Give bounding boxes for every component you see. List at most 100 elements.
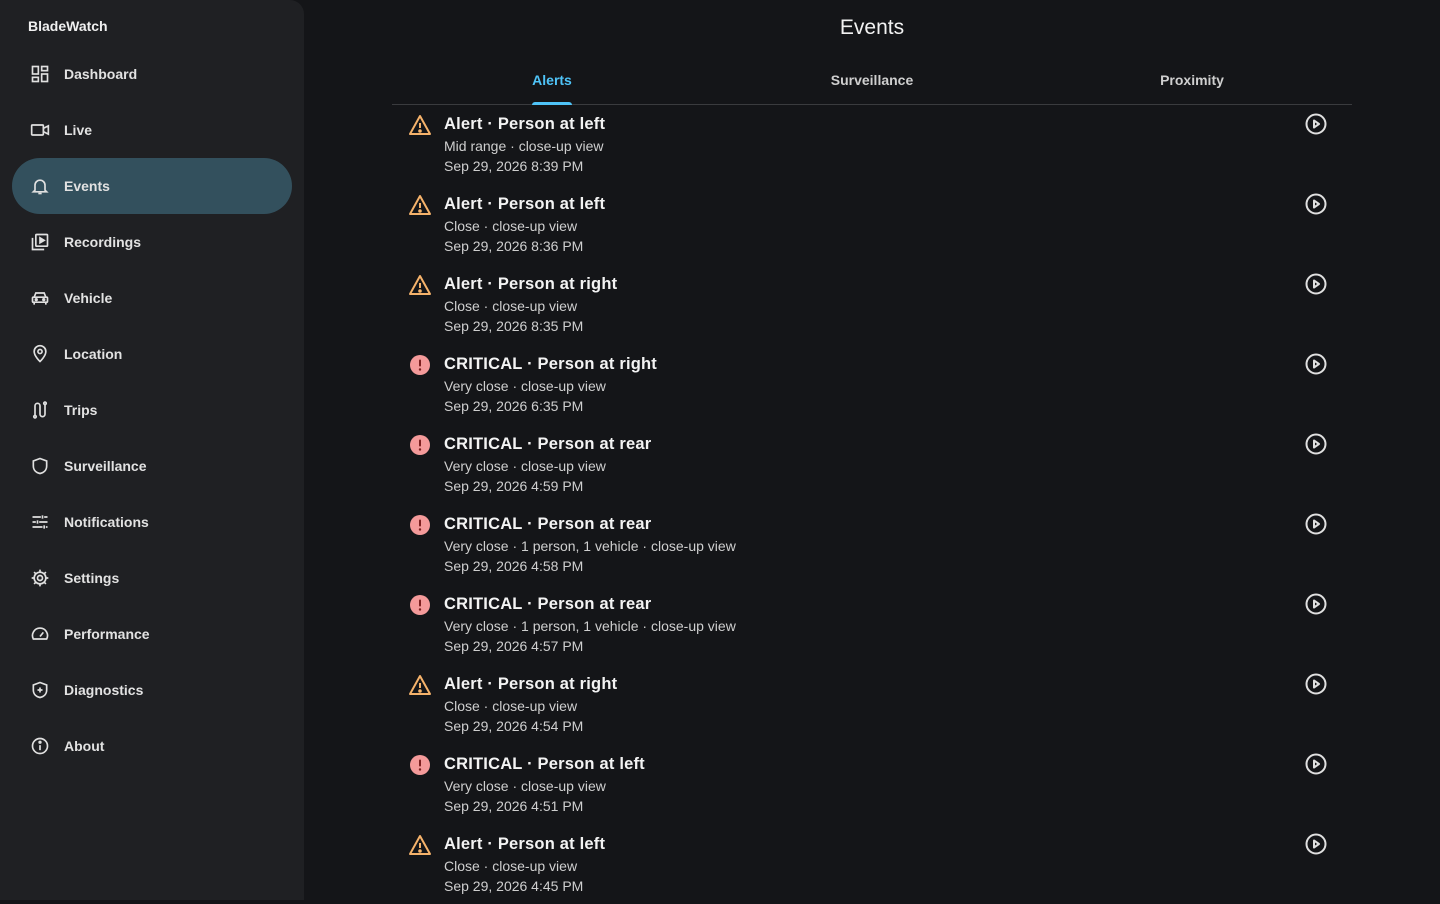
page-title: Events [839,16,905,39]
warning-icon [408,673,432,697]
event-row[interactable]: Alert · Person at left Close · close-up v… [392,184,1352,264]
sidebar-item-label: Dashboard [64,66,138,82]
critical-icon [408,593,432,617]
sidebar-item-label: Vehicle [64,290,113,306]
event-title: CRITICAL · Person at rear [444,515,652,533]
car-icon [30,288,50,308]
sidebar-item-location[interactable]: Location [12,326,292,382]
tab-label: Alerts [532,72,572,88]
event-title: CRITICAL · Person at rear [444,435,652,453]
sidebar-item-label: Performance [64,626,150,642]
event-subtitle: Very close · close-up view [444,778,606,794]
sidebar-item-surveillance[interactable]: Surveillance [12,438,292,494]
video-camera-icon [30,120,50,140]
event-time: Sep 29, 2026 8:35 PM [444,318,584,334]
sidebar-item-label: Recordings [64,234,142,250]
tab-bar: Alerts Surveillance Proximity [392,56,1352,105]
sidebar-item-label: Surveillance [64,458,147,474]
location-pin-icon [30,344,50,364]
event-subtitle: Close · close-up view [444,698,578,714]
sidebar-item-dashboard[interactable]: Dashboard [12,46,292,102]
shield-icon [30,456,50,476]
play-icon[interactable] [1304,272,1328,296]
sidebar-item-trips[interactable]: Trips [12,382,292,438]
sidebar-item-label: Settings [64,570,120,586]
critical-icon [408,433,432,457]
sidebar-item-events[interactable]: Events [12,158,292,214]
event-time: Sep 29, 2026 4:45 PM [444,878,584,894]
warning-icon [408,273,432,297]
event-time: Sep 29, 2026 8:39 PM [444,158,584,174]
critical-icon [408,513,432,537]
event-subtitle: Close · close-up view [444,858,578,874]
sidebar-item-about[interactable]: About [12,718,292,774]
event-subtitle: Close · close-up view [444,218,578,234]
sidebar-item-label: Trips [64,402,98,418]
event-row[interactable]: Alert · Person at right Close · close-up … [392,664,1352,744]
event-title: Alert · Person at right [444,675,618,693]
event-row[interactable]: Alert · Person at right Close · close-up … [392,264,1352,344]
event-subtitle: Very close · close-up view [444,378,606,394]
play-icon[interactable] [1304,432,1328,456]
event-subtitle: Mid range · close-up view [444,138,604,154]
event-title: CRITICAL · Person at rear [444,595,652,613]
play-icon[interactable] [1304,352,1328,376]
sidebar-item-settings[interactable]: Settings [12,550,292,606]
event-time: Sep 29, 2026 4:51 PM [444,798,584,814]
event-row[interactable]: CRITICAL · Person at right Very close · c… [392,344,1352,424]
sidebar-item-label: Live [64,122,93,138]
sidebar: BladeWatch Dashboard Live Events Recordings… [0,0,304,900]
route-icon [30,400,50,420]
event-time: Sep 29, 2026 4:59 PM [444,478,584,494]
event-time: Sep 29, 2026 4:58 PM [444,558,584,574]
event-time: Sep 29, 2026 4:57 PM [444,638,584,654]
play-icon[interactable] [1304,672,1328,696]
speedometer-icon [30,624,50,644]
event-subtitle: Very close · 1 person, 1 vehicle · close… [444,538,736,554]
event-row[interactable]: CRITICAL · Person at rear Very close · 1 … [392,504,1352,584]
sidebar-item-recordings[interactable]: Recordings [12,214,292,270]
event-subtitle: Close · close-up view [444,298,578,314]
event-title: Alert · Person at left [444,115,606,133]
sidebar-item-label: Diagnostics [64,682,144,698]
bell-icon [30,176,50,196]
shield-plus-icon [30,680,50,700]
event-title: CRITICAL · Person at right [444,355,657,373]
sidebar-item-vehicle[interactable]: Vehicle [12,270,292,326]
tab-proximity[interactable]: Proximity [1032,56,1352,104]
sidebar-item-label: Events [64,178,110,194]
recordings-icon [30,232,50,252]
dashboard-icon [30,64,50,84]
tab-label: Proximity [1160,72,1224,88]
sidebar-item-diagnostics[interactable]: Diagnostics [12,662,292,718]
sidebar-item-label: Notifications [64,514,149,530]
sliders-icon [30,512,50,532]
event-row[interactable]: CRITICAL · Person at rear Very close · cl… [392,424,1352,504]
sidebar-item-notifications[interactable]: Notifications [12,494,292,550]
tab-alerts[interactable]: Alerts [392,56,712,105]
sidebar-item-performance[interactable]: Performance [12,606,292,662]
app-title: BladeWatch [28,18,108,34]
sidebar-item-label: Location [64,346,123,362]
tab-surveillance[interactable]: Surveillance [712,56,1032,104]
event-title: CRITICAL · Person at left [444,755,645,773]
critical-icon [408,753,432,777]
play-icon[interactable] [1304,112,1328,136]
event-row[interactable]: Alert · Person at left Close · close-up v… [392,824,1352,904]
event-row[interactable]: CRITICAL · Person at left Very close · cl… [392,744,1352,824]
event-subtitle: Very close · close-up view [444,458,606,474]
event-subtitle: Very close · 1 person, 1 vehicle · close… [444,618,736,634]
play-icon[interactable] [1304,832,1328,856]
event-list: Alert · Person at left Mid range · close-… [392,104,1352,904]
tab-label: Surveillance [830,72,914,88]
warning-icon [408,833,432,857]
event-row[interactable]: Alert · Person at left Mid range · close-… [392,104,1352,184]
play-icon[interactable] [1304,592,1328,616]
play-icon[interactable] [1304,752,1328,776]
sidebar-item-live[interactable]: Live [12,102,292,158]
event-row[interactable]: CRITICAL · Person at rear Very close · 1 … [392,584,1352,664]
play-icon[interactable] [1304,512,1328,536]
gear-icon [30,568,50,588]
event-title: Alert · Person at right [444,275,618,293]
play-icon[interactable] [1304,192,1328,216]
